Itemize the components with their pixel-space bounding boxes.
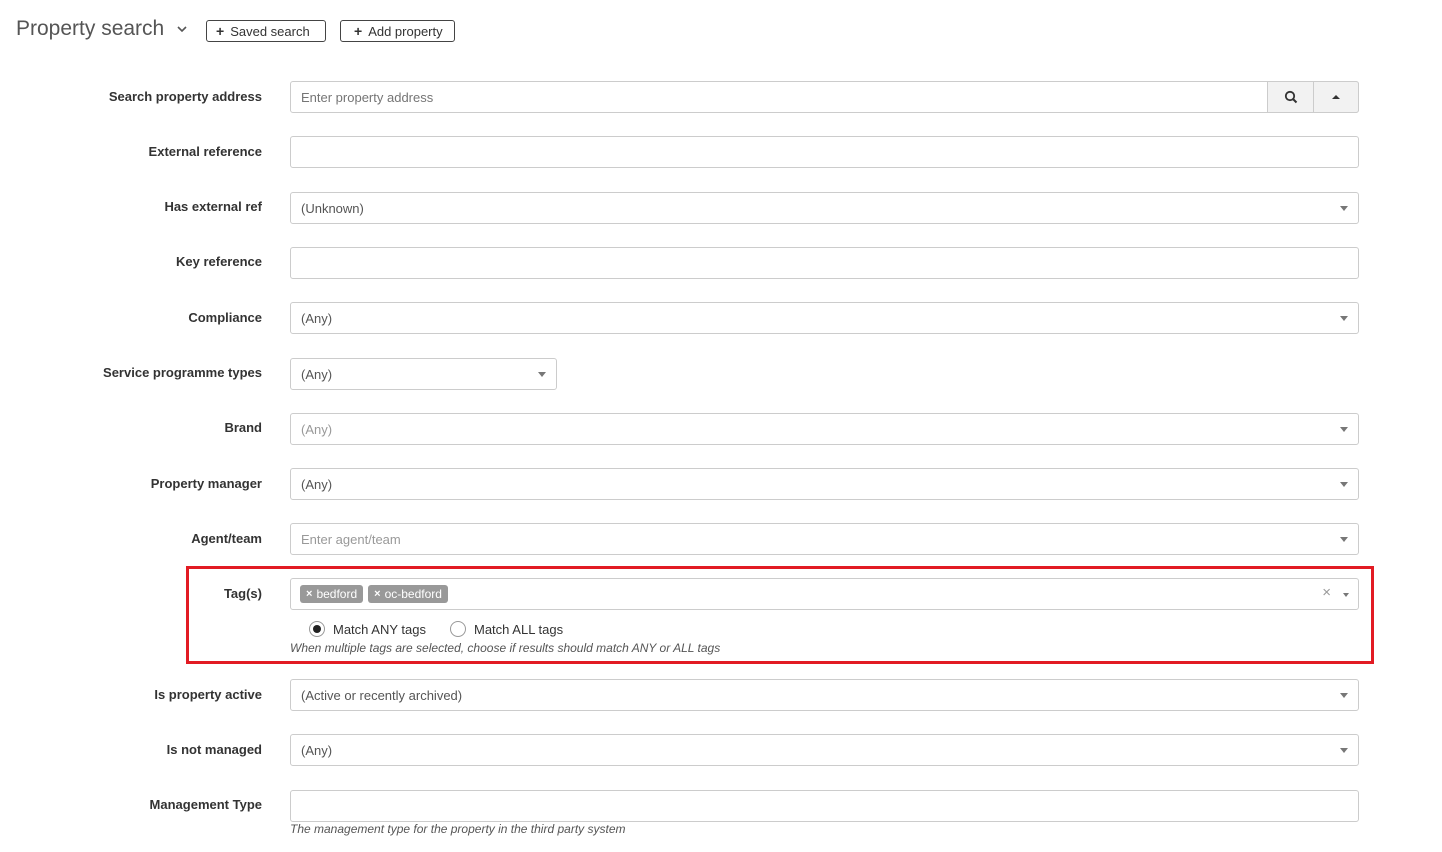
address-input-group [290,81,1359,113]
external-reference-label: External reference [148,144,262,159]
tag-chip[interactable]: × oc-bedford [368,585,448,603]
brand-label: Brand [224,420,262,435]
agent-team-select[interactable]: Enter agent/team [290,523,1359,555]
page-title-dropdown[interactable]: Property search [16,17,188,41]
compliance-select[interactable]: (Any) [290,302,1359,334]
key-reference-input[interactable] [290,247,1359,279]
is-property-active-select[interactable]: (Active or recently archived) [290,679,1359,711]
property-manager-value: (Any) [301,476,333,492]
management-type-label: Management Type [149,797,262,812]
address-label: Search property address [108,89,262,104]
brand-value: (Any) [301,421,333,437]
service-programme-types-value: (Any) [301,366,333,382]
caret-down-icon [1340,748,1348,753]
is-not-managed-select[interactable]: (Any) [290,734,1359,766]
saved-search-label: Saved search [230,23,310,39]
caret-down-icon [1340,427,1348,432]
match-all-label: Match ALL tags [474,621,564,637]
agent-team-placeholder: Enter agent/team [301,531,401,547]
tags-label: Tag(s) [223,586,262,601]
property-manager-label: Property manager [150,476,262,491]
saved-search-button[interactable]: + Saved search [206,20,326,42]
tag-chip-label: oc-bedford [384,587,442,601]
property-manager-select[interactable]: (Any) [290,468,1359,500]
match-any-radio[interactable] [309,621,325,637]
is-not-managed-label: Is not managed [166,742,262,757]
clear-all-icon[interactable]: × [1322,584,1331,601]
caret-down-icon [1340,482,1348,487]
caret-down-icon [1340,316,1348,321]
external-reference-input[interactable] [290,136,1359,168]
has-external-ref-label: Has external ref [164,199,262,214]
search-icon [1284,90,1297,104]
remove-tag-icon[interactable]: × [306,588,312,600]
management-type-help-text: The management type for the property in … [290,822,626,836]
match-any-option[interactable]: Match ANY tags [309,620,426,638]
has-external-ref-select[interactable]: (Unknown) [290,192,1359,224]
caret-down-icon [1343,593,1349,597]
caret-down-icon [1340,693,1348,698]
tag-chip-label: bedford [316,587,358,601]
is-not-managed-value: (Any) [301,742,333,758]
page-title: Property search [16,17,165,40]
compliance-value: (Any) [301,310,333,326]
page-header: Property search [16,14,188,44]
caret-down-icon [538,372,546,377]
add-property-button[interactable]: + Add property [340,20,455,42]
caret-down-icon [1340,206,1348,211]
remove-tag-icon[interactable]: × [374,588,380,600]
plus-icon: + [216,23,225,39]
management-type-input[interactable] [290,790,1359,822]
key-reference-label: Key reference [176,254,262,269]
chevron-down-icon [177,26,187,33]
has-external-ref-value: (Unknown) [301,200,364,216]
service-programme-types-label: Service programme types [103,365,262,380]
caret-up-icon [1332,95,1340,99]
match-all-option[interactable]: Match ALL tags [450,620,563,638]
compliance-label: Compliance [188,310,262,325]
brand-select[interactable]: (Any) [290,413,1359,445]
tags-multiselect[interactable]: × bedford × oc-bedford × [290,578,1359,610]
tag-chip[interactable]: × bedford [300,585,364,603]
address-input[interactable] [291,82,1263,112]
is-property-active-label: Is property active [154,687,262,702]
is-property-active-value: (Active or recently archived) [301,687,463,703]
match-all-radio[interactable] [450,621,466,637]
agent-team-label: Agent/team [191,531,262,546]
service-programme-types-select[interactable]: (Any) [290,358,557,390]
add-property-label: Add property [368,23,443,39]
plus-icon: + [354,23,363,39]
tags-help-text: When multiple tags are selected, choose … [290,641,721,655]
address-search-button[interactable] [1267,81,1314,113]
caret-down-icon [1340,537,1348,542]
address-toggle-button[interactable] [1313,81,1359,113]
match-any-label: Match ANY tags [333,621,426,637]
